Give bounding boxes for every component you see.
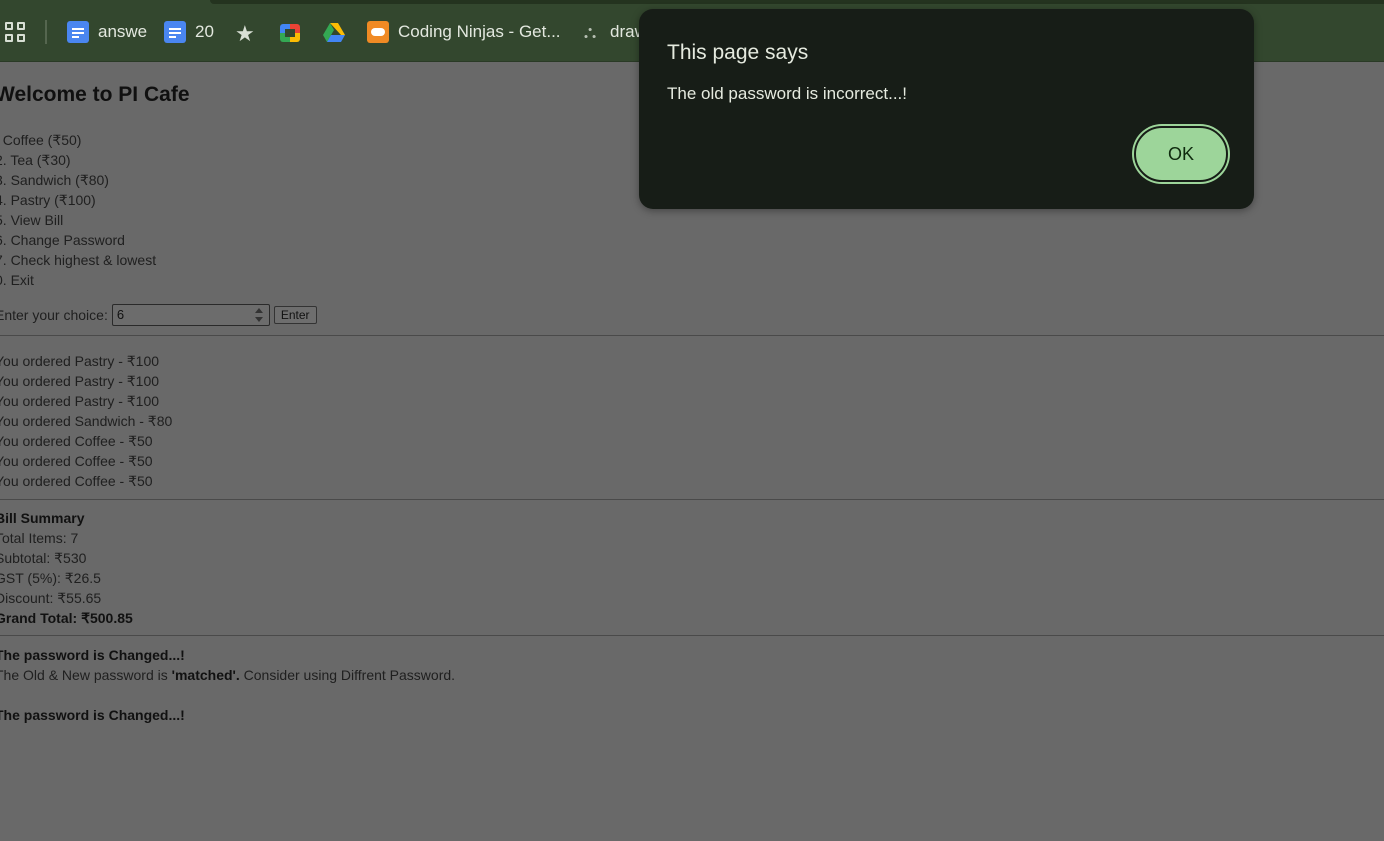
menu-item: 5. View Bill (0, 212, 64, 228)
menu-item: 2. Tea (₹30) (0, 152, 71, 168)
spinner-up-icon[interactable] (254, 308, 263, 313)
bookmarks-separator (45, 20, 47, 44)
ok-button[interactable]: OK (1134, 126, 1228, 182)
bookmark-20[interactable]: 20 (164, 20, 214, 44)
enter-button[interactable]: Enter (273, 306, 317, 324)
password-changed-message: The password is Changed...! (0, 707, 185, 723)
number-spinner[interactable] (254, 308, 263, 322)
matched-bold: 'matched'. (171, 667, 240, 683)
bookmark-label: 20 (195, 22, 214, 41)
menu-item: . Coffee (₹50) (0, 132, 82, 148)
bookmark-meet[interactable] (280, 20, 309, 44)
bookmark-draw[interactable]: ⛬ draw (579, 20, 647, 44)
drawio-icon: ⛬ (583, 22, 597, 42)
bookmark-star[interactable]: ★ (235, 20, 257, 46)
choice-label: Enter your choice: (0, 307, 108, 323)
bill-grand-total: Grand Total: ₹500.85 (0, 610, 133, 626)
bookmark-answe[interactable]: answe (67, 20, 147, 44)
choice-row: Enter your choice: 6 Enter (0, 302, 317, 328)
menu-item: 0. Exit (0, 272, 34, 288)
order-item: You ordered Pastry - ₹100 (0, 393, 160, 409)
bill-total-items: Total Items: 7 (0, 530, 79, 546)
password-matched-message: The Old & New password is 'matched'. Con… (0, 665, 455, 685)
order-item: You ordered Pastry - ₹100 (0, 353, 160, 369)
bill-summary: Bill Summary Total Items: 7 Subtotal: ₹5… (0, 508, 133, 628)
page-title: Welcome to PI Cafe (0, 83, 190, 106)
order-item: You ordered Coffee - ₹50 (0, 453, 153, 469)
docs-icon (67, 21, 89, 43)
bookmark-label: answe (98, 22, 148, 41)
bill-heading: Bill Summary (0, 510, 85, 526)
menu-item: 4. Pastry (₹100) (0, 192, 96, 208)
google-drive-icon (323, 22, 345, 42)
divider (0, 499, 1384, 500)
tab-strip-edge (210, 0, 1384, 4)
matched-suffix: Consider using Diffrent Password. (239, 667, 456, 683)
coding-ninjas-icon (367, 21, 389, 43)
menu-item: 7. Check highest & lowest (0, 252, 157, 268)
password-changed-message: The password is Changed...! (0, 647, 185, 663)
choice-input-value: 6 (116, 307, 125, 322)
divider (0, 635, 1384, 636)
order-item: You ordered Coffee - ₹50 (0, 433, 153, 449)
choice-input[interactable]: 6 (111, 304, 270, 326)
apps-icon[interactable] (5, 20, 25, 44)
bookmark-label: Coding Ninjas - Get... (398, 22, 561, 41)
divider (0, 335, 1384, 336)
bill-subtotal: Subtotal: ₹530 (0, 550, 87, 566)
bill-gst: GST (5%): ₹26.5 (0, 570, 101, 586)
spinner-down-icon[interactable] (254, 317, 263, 322)
menu-item: 6. Change Password (0, 232, 125, 248)
alert-dialog: This page says The old password is incor… (639, 9, 1254, 209)
dialog-title: This page says (667, 41, 809, 64)
dialog-message: The old password is incorrect...! (667, 84, 907, 103)
google-meet-icon (280, 24, 300, 42)
order-item: You ordered Coffee - ₹50 (0, 473, 153, 489)
star-icon: ★ (235, 21, 255, 46)
docs-icon (164, 21, 186, 43)
order-item: You ordered Pastry - ₹100 (0, 373, 160, 389)
bill-discount: Discount: ₹55.65 (0, 590, 102, 606)
bookmark-drive[interactable] (323, 20, 354, 44)
menu-list: . Coffee (₹50) 2. Tea (₹30) 3. Sandwich … (0, 130, 156, 290)
order-list: You ordered Pastry - ₹100 You ordered Pa… (0, 351, 172, 491)
messages: The password is Changed...! The Old & Ne… (0, 645, 455, 725)
order-item: You ordered Sandwich - ₹80 (0, 413, 173, 429)
matched-prefix: The Old & New password is (0, 667, 172, 683)
bookmark-coding-ninjas[interactable]: Coding Ninjas - Get... (367, 20, 561, 44)
menu-item: 3. Sandwich (₹80) (0, 172, 109, 188)
